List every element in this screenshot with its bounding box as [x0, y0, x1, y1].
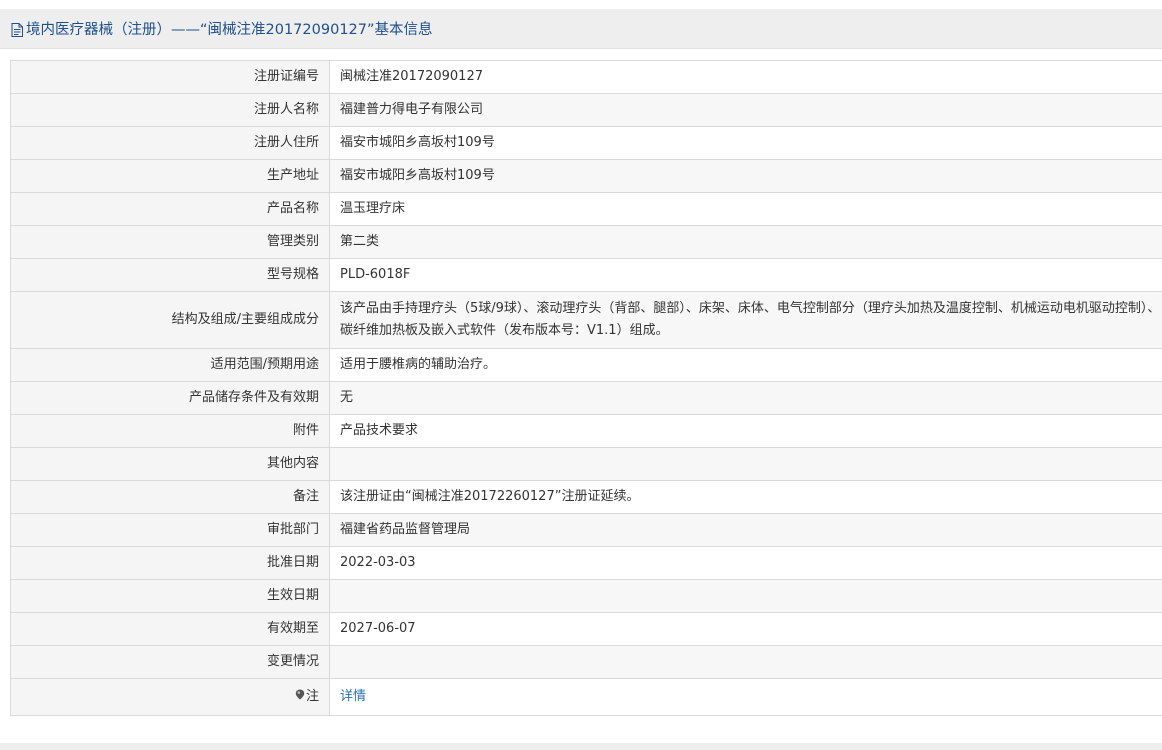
table-row: 结构及组成/主要组成成分 该产品由手持理疗头（5球/9球）、滚动理疗头（背部、腿部… [10, 291, 1162, 349]
row-value-cell: 该产品由手持理疗头（5球/9球）、滚动理疗头（背部、腿部）、床架、床体、电气控制… [329, 291, 1162, 349]
row-value: 闽械注准20172090127 [340, 69, 483, 84]
row-label: 注册人住所 [10, 126, 330, 160]
row-value-cell [329, 579, 1162, 613]
row-label: 批准日期 [10, 546, 330, 580]
page-title: 境内医疗器械（注册）——“闽械注准20172090127”基本信息 [26, 22, 433, 38]
row-value: 无 [340, 390, 354, 405]
row-value-cell: 2022-03-03 [329, 546, 1162, 580]
table-row: 生产地址 福安市城阳乡高坂村109号 [10, 159, 1162, 193]
row-value: 福安市城阳乡高坂村109号 [340, 168, 495, 183]
table-row: 生效日期 [10, 579, 1162, 613]
table-row: 适用范围/预期用途 适用于腰椎病的辅助治疗。 [10, 348, 1162, 382]
pin-icon [295, 686, 305, 700]
row-value-cell: 温玉理疗床 [329, 192, 1162, 226]
row-value-cell: 福建普力得电子有限公司 [329, 93, 1162, 127]
row-value-cell: 该注册证由“闽械注准20172260127”注册证延续。 [329, 480, 1162, 514]
row-value: 适用于腰椎病的辅助治疗。 [340, 357, 497, 372]
table-row: 其他内容 [10, 447, 1162, 481]
row-label: 有效期至 [10, 612, 330, 646]
table-row: 变更情况 [10, 645, 1162, 679]
row-label: 产品储存条件及有效期 [10, 381, 330, 415]
info-table-container: 注册证编号 闽械注准20172090127 注册人名称 福建普力得电子有限公司 注册人住… [10, 60, 1162, 732]
row-label: 型号规格 [10, 258, 330, 292]
row-value-cell [329, 447, 1162, 481]
table-row: 有效期至 2027-06-07 [10, 612, 1162, 646]
row-label: 备注 [10, 480, 330, 514]
table-row: 备注 该注册证由“闽械注准20172260127”注册证延续。 [10, 480, 1162, 514]
document-icon [11, 22, 23, 37]
row-label: 生产地址 [10, 159, 330, 193]
bottom-strip [0, 743, 1162, 750]
table-row: 注册人名称 福建普力得电子有限公司 [10, 93, 1162, 127]
table-row: 审批部门 福建省药品监督管理局 [10, 513, 1162, 547]
row-value: PLD-6018F [340, 267, 411, 282]
page-header: 境内医疗器械（注册）——“闽械注准20172090127”基本信息 [0, 9, 1162, 49]
top-strip [0, 0, 1162, 9]
row-label: 管理类别 [10, 225, 330, 259]
note-label: 注 [305, 689, 319, 704]
row-label: 注册证编号 [10, 60, 330, 94]
row-value-cell: PLD-6018F [329, 258, 1162, 292]
row-label: 其他内容 [10, 447, 330, 481]
row-value-cell: 产品技术要求 [329, 414, 1162, 448]
table-row: 管理类别 第二类 [10, 225, 1162, 259]
row-value: 该注册证由“闽械注准20172260127”注册证延续。 [340, 489, 640, 504]
row-label: 变更情况 [10, 645, 330, 679]
row-value-cell [329, 645, 1162, 679]
table-row: 注册人住所 福安市城阳乡高坂村109号 [10, 126, 1162, 160]
row-value: 福安市城阳乡高坂村109号 [340, 135, 495, 150]
row-value-cell: 适用于腰椎病的辅助治疗。 [329, 348, 1162, 382]
page: 境内医疗器械（注册）——“闽械注准20172090127”基本信息 注册证编号闽… [0, 0, 1162, 750]
row-label: 产品名称 [10, 192, 330, 226]
row-value-cell: 福安市城阳乡高坂村109号 [329, 159, 1162, 193]
row-value: 该产品由手持理疗头（5球/9球）、滚动理疗头（背部、腿部）、床架、床体、电气控制… [340, 301, 1161, 338]
row-label: 审批部门 [10, 513, 330, 547]
row-label: 注册人名称 [10, 93, 330, 127]
details-link[interactable]: 详情 [340, 689, 366, 704]
row-label: 结构及组成/主要组成成分 [10, 291, 330, 349]
row-label: 适用范围/预期用途 [10, 348, 330, 382]
row-value: 2027-06-07 [340, 621, 416, 636]
table-row-note: 注 详情 [10, 678, 1162, 716]
table-row: 产品储存条件及有效期无 [10, 381, 1162, 415]
row-value: 2022-03-03 [340, 555, 416, 570]
row-value-cell: 闽械注准20172090127 [329, 60, 1162, 94]
note-label-cell: 注 [10, 678, 330, 716]
table-row: 附件 产品技术要求 [10, 414, 1162, 448]
row-value: 福建省药品监督管理局 [340, 522, 471, 537]
row-value-cell: 第二类 [329, 225, 1162, 259]
row-value-cell: 2027-06-07 [329, 612, 1162, 646]
info-table: 注册证编号 闽械注准20172090127 注册人名称 福建普力得电子有限公司 注册人住… [10, 60, 1162, 716]
row-value-cell: 福建省药品监督管理局 [329, 513, 1162, 547]
table-row: 型号规格 PLD-6018F [10, 258, 1162, 292]
table-row: 注册证编号 闽械注准20172090127 [10, 60, 1162, 94]
row-label: 生效日期 [10, 579, 330, 613]
row-value: 温玉理疗床 [340, 201, 406, 216]
row-value: 产品技术要求 [340, 423, 419, 438]
row-value-cell: 无 [329, 381, 1162, 415]
row-label: 附件 [10, 414, 330, 448]
row-value-cell: 福安市城阳乡高坂村109号 [329, 126, 1162, 160]
table-row: 批准日期 2022-03-03 [10, 546, 1162, 580]
row-value: 福建普力得电子有限公司 [340, 102, 484, 117]
row-value: 第二类 [340, 234, 380, 249]
note-value-cell: 详情 [329, 678, 1162, 716]
table-row: 产品名称 温玉理疗床 [10, 192, 1162, 226]
